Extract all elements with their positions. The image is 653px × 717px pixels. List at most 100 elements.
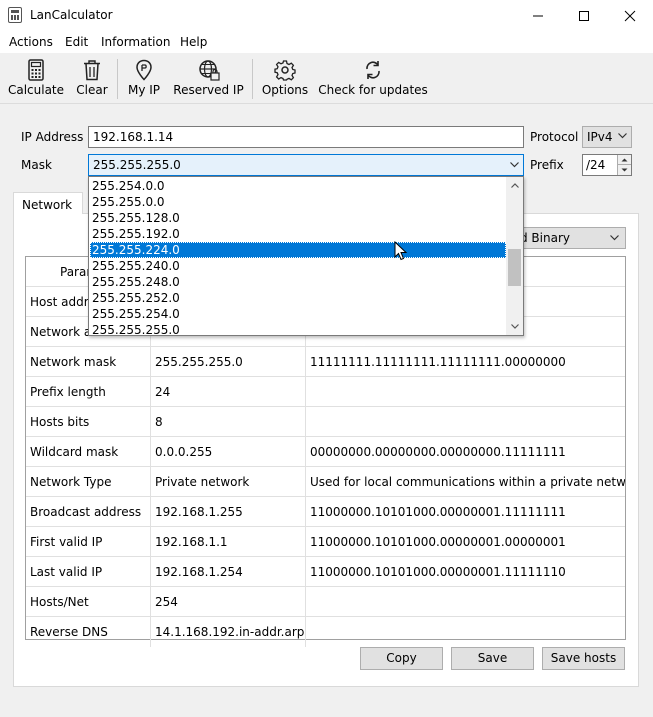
binary-cell: Used for local communications within a p… <box>310 475 625 489</box>
menu-help[interactable]: Help <box>180 35 207 49</box>
table-row[interactable]: Wildcard mask 0.0.0.255 00000000.0000000… <box>26 437 625 467</box>
chevron-down-icon <box>610 235 619 241</box>
table-row[interactable]: Last valid IP 192.168.1.254 11000000.101… <box>26 557 625 587</box>
calculate-label: Calculate <box>7 83 65 97</box>
save-hosts-button[interactable]: Save hosts <box>542 647 625 670</box>
chevron-down-icon <box>510 162 519 168</box>
close-button[interactable] <box>607 0 653 31</box>
table-row[interactable]: Reverse DNS 14.1.168.192.in-addr.arpa. <box>26 617 625 647</box>
scroll-thumb[interactable] <box>508 249 521 286</box>
mask-value: 255.255.255.0 <box>93 158 181 172</box>
window-title: LanCalculator <box>30 8 113 22</box>
toolbar: Calculate Clear My IP Reserved IP Option… <box>0 53 653 104</box>
value-cell: 192.168.1.254 <box>151 557 306 587</box>
value-cell: 254 <box>151 587 306 617</box>
param-cell: Prefix length <box>26 377 151 407</box>
save-button[interactable]: Save <box>451 647 534 670</box>
mask-option[interactable]: 255.255.255.0 <box>90 322 506 335</box>
mouse-cursor-icon <box>394 241 408 261</box>
menu-actions[interactable]: Actions <box>9 35 53 49</box>
mask-option[interactable]: 255.255.224.0 <box>90 242 506 258</box>
chevron-down-icon <box>618 133 627 139</box>
ip-address-input[interactable]: 192.168.1.14 <box>88 126 524 148</box>
table-row[interactable]: Prefix length 24 <box>26 377 625 407</box>
chevron-down-icon <box>621 168 628 172</box>
clear-button[interactable]: Clear <box>72 55 112 103</box>
prefix-label: Prefix <box>530 158 564 172</box>
chevron-down-icon <box>510 324 519 329</box>
menu-edit[interactable]: Edit <box>65 35 88 49</box>
mask-option[interactable]: 255.255.254.0 <box>90 306 506 322</box>
tab-network[interactable]: Network <box>13 192 83 214</box>
value-cell: 14.1.168.192.in-addr.arpa. <box>151 617 306 647</box>
binary-cell: 11000000.10101000.00000001.00000001 <box>310 535 566 549</box>
view-mode-value: d Binary <box>520 231 570 245</box>
maximize-button[interactable] <box>561 0 607 31</box>
prefix-increment-button[interactable] <box>617 155 631 165</box>
ip-address-label: IP Address <box>21 130 84 144</box>
dropdown-scrollbar[interactable] <box>506 177 523 335</box>
trash-icon <box>84 60 100 81</box>
title-bar: LanCalculator <box>0 0 653 31</box>
value-cell: 192.168.1.255 <box>151 497 306 527</box>
protocol-select[interactable]: IPv4 <box>582 126 632 148</box>
prefix-spinbox[interactable]: /24 <box>582 154 632 176</box>
copy-button[interactable]: Copy <box>360 647 443 670</box>
mask-option[interactable]: 255.254.0.0 <box>90 178 506 194</box>
binary-cell <box>306 407 625 437</box>
reserved-ip-button[interactable]: Reserved IP <box>171 55 246 103</box>
scroll-down-button[interactable] <box>506 318 523 335</box>
minimize-button[interactable] <box>515 0 561 31</box>
param-cell: First valid IP <box>26 527 151 557</box>
param-cell: Network Type <box>26 467 151 497</box>
binary-cell: 11111111.11111111.11111111.00000000 <box>310 355 566 369</box>
toolbar-separator <box>117 59 118 99</box>
check-updates-label: Check for updates <box>318 83 428 97</box>
toolbar-separator <box>252 59 253 99</box>
value-cell: 255.255.255.0 <box>151 347 306 377</box>
maximize-icon <box>579 10 589 21</box>
table-row[interactable]: Broadcast address 192.168.1.255 11000000… <box>26 497 625 527</box>
globe-icon <box>198 60 220 81</box>
value-cell: 192.168.1.1 <box>151 527 306 557</box>
table-row[interactable]: First valid IP 192.168.1.1 11000000.1010… <box>26 527 625 557</box>
prefix-decrement-button[interactable] <box>617 165 631 175</box>
mask-dropdown-list[interactable]: 255.254.0.0 255.255.0.0 255.255.128.0 255.2… <box>88 176 524 336</box>
options-button[interactable]: Options <box>258 55 312 103</box>
mask-option[interactable]: 255.255.192.0 <box>90 226 506 242</box>
scroll-up-button[interactable] <box>506 177 523 194</box>
table-row[interactable]: Hosts/Net 254 <box>26 587 625 617</box>
table-row[interactable]: Network Type Private network Used for lo… <box>26 467 625 497</box>
value-cell: 8 <box>151 407 306 437</box>
minimize-icon <box>533 15 543 16</box>
param-cell: Broadcast address <box>26 497 151 527</box>
binary-cell <box>306 587 625 617</box>
my-ip-button[interactable]: My IP <box>123 55 165 103</box>
mask-option[interactable]: 255.255.0.0 <box>90 194 506 210</box>
menu-information[interactable]: Information <box>101 35 170 49</box>
param-cell: Reverse DNS <box>26 617 151 647</box>
mask-option[interactable]: 255.255.128.0 <box>90 210 506 226</box>
binary-cell: 11000000.10101000.00000001.11111111 <box>310 505 566 519</box>
calculator-icon <box>28 59 44 81</box>
table-row[interactable]: Network mask 255.255.255.0 11111111.1111… <box>26 347 625 377</box>
mask-label: Mask <box>21 158 52 172</box>
check-updates-button[interactable]: Check for updates <box>318 55 428 103</box>
param-cell: Hosts/Net <box>26 587 151 617</box>
calculate-button[interactable]: Calculate <box>6 55 66 103</box>
calculator-app-icon <box>8 7 22 23</box>
binary-cell <box>306 377 625 407</box>
mask-option[interactable]: 255.255.248.0 <box>90 274 506 290</box>
mask-select[interactable]: 255.255.255.0 <box>88 154 524 176</box>
mask-option[interactable]: 255.255.252.0 <box>90 290 506 306</box>
chevron-up-icon <box>621 158 628 161</box>
binary-cell: 11000000.10101000.00000001.11111110 <box>310 565 566 579</box>
my-ip-label: My IP <box>127 83 161 97</box>
value-cell: Private network <box>151 467 306 497</box>
mask-option[interactable]: 255.255.240.0 <box>90 258 506 274</box>
binary-cell <box>306 617 625 647</box>
table-row[interactable]: Hosts bits 8 <box>26 407 625 437</box>
param-cell: Network mask <box>26 347 151 377</box>
value-cell: 24 <box>151 377 306 407</box>
menu-bar: Actions Edit Information Help <box>0 31 653 53</box>
